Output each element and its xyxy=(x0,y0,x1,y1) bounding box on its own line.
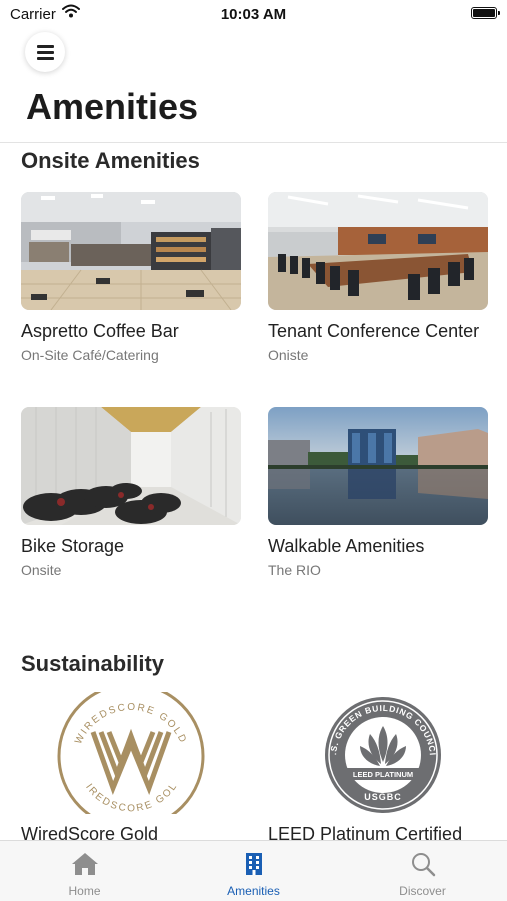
clock: 10:03 AM xyxy=(220,6,287,23)
conference-room-photo xyxy=(268,192,488,310)
amenity-subtitle: The RIO xyxy=(268,562,321,578)
tab-label: Discover xyxy=(399,884,446,898)
amenity-card-bike-storage[interactable]: Bike Storage Onsite xyxy=(21,407,241,578)
waterfront-photo xyxy=(268,407,488,525)
amenity-card-coffee-bar[interactable]: Aspretto Coffee Bar On-Site Café/Caterin… xyxy=(21,192,241,363)
usgbc-logo: U.S. GREEN BUILDING COUNCIL LEED PLATINU… xyxy=(319,688,441,813)
amenity-name: Tenant Conference Center xyxy=(268,321,480,341)
amenity-subtitle: Onsite xyxy=(21,562,62,578)
building-icon xyxy=(169,851,338,877)
badge-banner-text: LEED PLATINUM xyxy=(353,770,413,779)
tab-home[interactable]: Home xyxy=(0,841,169,901)
tab-bar: Home Amenities Discover xyxy=(0,840,507,901)
home-icon xyxy=(0,851,169,877)
search-icon xyxy=(338,851,507,877)
battery-icon xyxy=(471,7,500,19)
amenity-card-conference-center[interactable]: Tenant Conference Center Oniste xyxy=(268,192,488,363)
tab-label: Amenities xyxy=(227,884,280,898)
page-title: Amenities xyxy=(26,86,199,127)
amenity-subtitle: Oniste xyxy=(268,347,309,363)
badge-org-text: USGBC xyxy=(364,792,402,802)
amenity-subtitle: On-Site Café/Catering xyxy=(21,347,159,363)
amenity-name: Bike Storage xyxy=(21,536,125,556)
amenity-card-walkable[interactable]: Walkable Amenities The RIO xyxy=(268,407,488,578)
sustainability-section-title: Sustainability xyxy=(21,651,165,676)
tab-discover[interactable]: Discover xyxy=(338,841,507,901)
tab-amenities[interactable]: Amenities xyxy=(169,841,338,901)
coffee-bar-photo xyxy=(21,192,241,310)
wiredscore-logo: WIREDSCORE GOLD WIREDSCORE GOLD xyxy=(49,682,205,830)
onsite-section-title: Onsite Amenities xyxy=(21,148,200,173)
header-divider xyxy=(0,142,507,143)
status-bar: Carrier 10:03 AM xyxy=(0,0,507,28)
leed-platinum-badge[interactable]: U.S. GREEN BUILDING COUNCIL LEED PLATINU… xyxy=(319,688,444,819)
tab-label: Home xyxy=(68,884,101,898)
amenity-name: Aspretto Coffee Bar xyxy=(21,321,179,341)
bike-storage-photo xyxy=(21,407,241,525)
amenity-name: Walkable Amenities xyxy=(268,536,425,556)
menu-button[interactable] xyxy=(25,32,65,72)
wiredscore-gold-badge[interactable]: WIREDSCORE GOLD WIREDSCORE GOLD xyxy=(49,682,207,830)
